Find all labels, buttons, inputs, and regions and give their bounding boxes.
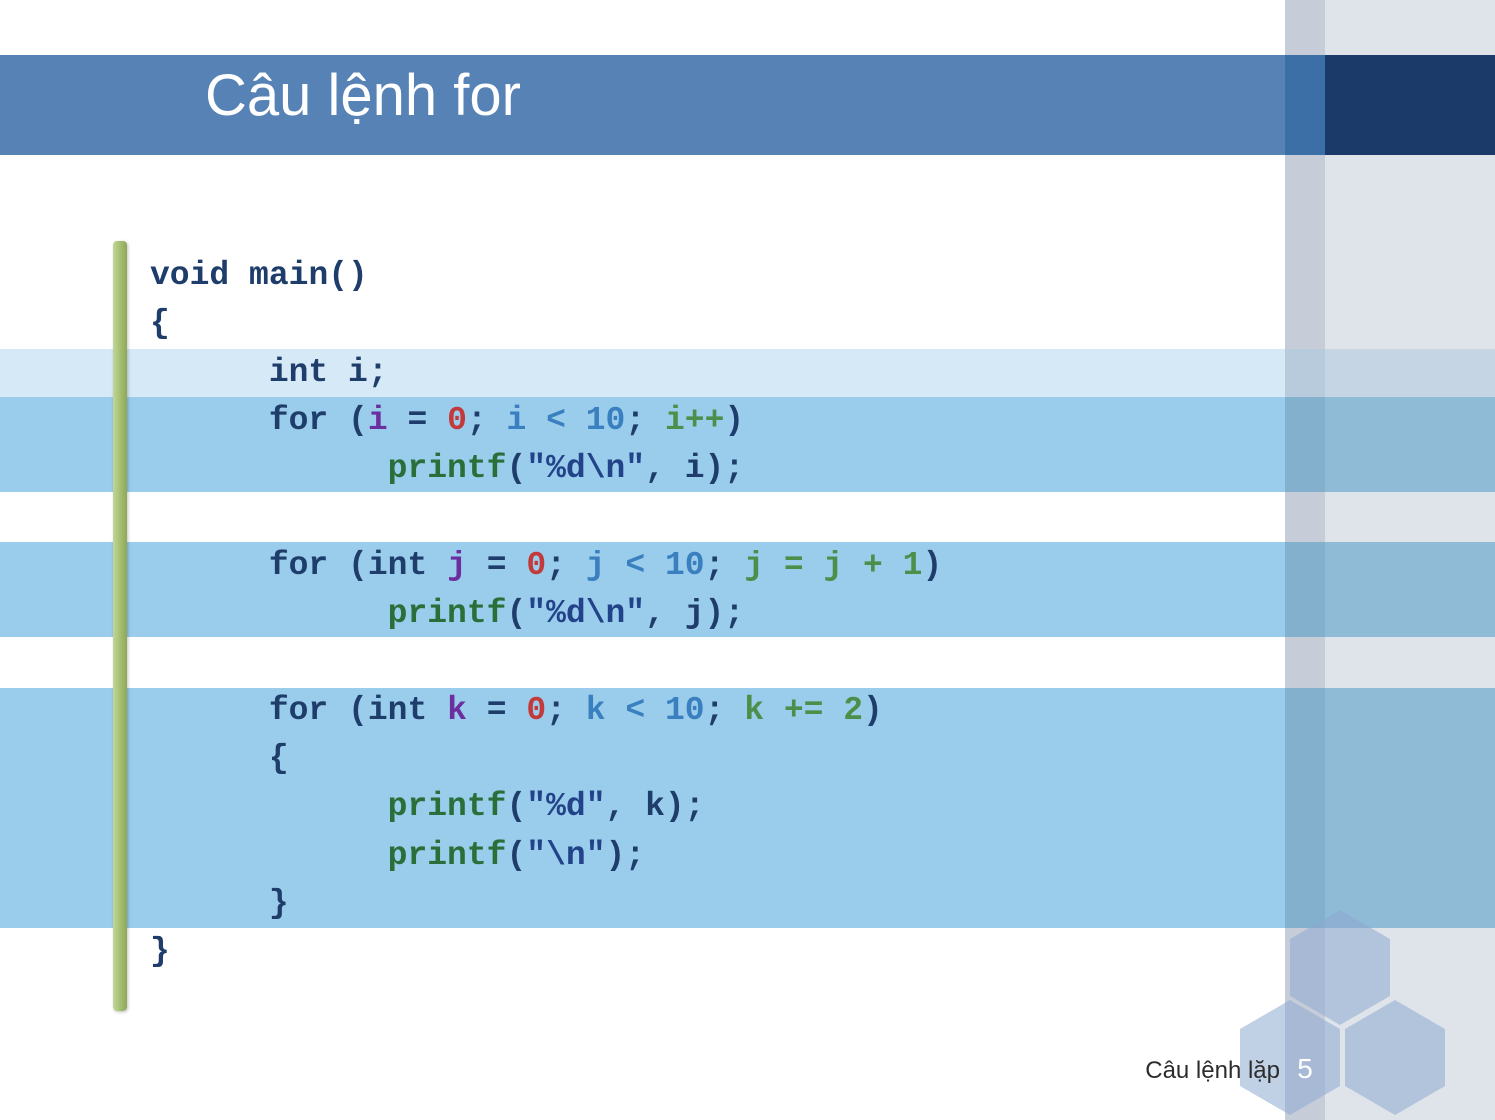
code-text: = [467,547,526,584]
code-keyword: int [269,354,328,391]
code-variable: j [447,547,467,584]
page-number: 5 [1285,1053,1325,1085]
code-indent [150,547,269,584]
code-function: printf [388,837,507,874]
code-keyword: int [368,692,427,729]
code-function: main [249,257,328,294]
code-keyword: for [269,402,328,439]
code-string: "%d" [526,788,605,825]
code-indent [150,788,388,825]
code-condition: i < 10 [507,402,626,439]
code-text [724,547,744,584]
code-brace: } [269,885,289,922]
code-text: , k); [606,788,705,825]
code-text: ); [606,837,646,874]
title-bar-right [1325,55,1495,155]
code-brace: { [150,305,170,342]
code-function: printf [388,595,507,632]
code-text: ( [328,402,368,439]
highlight-row-4-right [1325,688,1495,928]
code-number: 0 [447,402,467,439]
code-text: = [467,692,526,729]
code-text: , j); [645,595,744,632]
code-function: printf [388,788,507,825]
code-increment: k += 2 [744,692,863,729]
code-condition: k < 10 [586,692,705,729]
code-text [427,547,447,584]
code-text [724,692,744,729]
code-indent [150,450,388,487]
highlight-row-1-mid [1285,349,1325,397]
code-text [566,692,586,729]
code-variable: k [447,692,467,729]
slide-title: Câu lệnh for [205,62,521,129]
code-string: "\n" [526,837,605,874]
code-number: 0 [526,547,546,584]
code-increment: j = j + 1 [744,547,922,584]
code-text: ) [922,547,942,584]
highlight-row-2-mid [1285,397,1325,492]
hexagon-icon [1345,1000,1445,1115]
code-indent [150,595,388,632]
code-text: ( [506,788,526,825]
code-keyword: int [368,547,427,584]
code-text: = [388,402,447,439]
code-text: ; [705,547,725,584]
code-variable: i [368,402,388,439]
code-condition: j < 10 [586,547,705,584]
code-keyword: void [150,257,229,294]
code-text: ) [863,692,883,729]
code-string: "%d\n" [526,595,645,632]
code-indent [150,354,269,391]
code-text: ( [506,837,526,874]
code-text: ; [705,692,725,729]
code-number: 0 [526,692,546,729]
code-text: ; [467,402,487,439]
code-text [566,547,586,584]
footer-label: Câu lệnh lặp [1145,1057,1280,1085]
code-text: i; [328,354,387,391]
code-indent [150,402,269,439]
code-text: , i); [645,450,744,487]
code-text: () [328,257,368,294]
code-accent-bar [113,241,127,1011]
code-string: "%d\n" [526,450,645,487]
code-text [427,692,447,729]
highlight-row-2-right [1325,397,1495,492]
slide: Câu lệnh for void main() { int i; for (i… [0,0,1495,1120]
code-indent [150,837,388,874]
code-text: ( [506,595,526,632]
code-indent [150,740,269,777]
code-brace: } [150,933,170,970]
title-bar-mid [1285,55,1325,155]
code-text: ( [328,692,368,729]
code-text: ; [546,547,566,584]
code-keyword: for [269,692,328,729]
code-indent [150,885,269,922]
code-text: ) [724,402,744,439]
code-text [487,402,507,439]
highlight-row-3-right [1325,542,1495,637]
code-text [229,257,249,294]
code-keyword: for [269,547,328,584]
code-brace: { [269,740,289,777]
code-indent [150,692,269,729]
highlight-row-1-right [1325,349,1495,397]
code-text [645,402,665,439]
code-text: ; [546,692,566,729]
code-text: ; [625,402,645,439]
code-function: printf [388,450,507,487]
code-block: void main() { int i; for (i = 0; i < 10;… [150,252,942,976]
code-text: ( [328,547,368,584]
highlight-row-3-mid [1285,542,1325,637]
highlight-row-4-mid [1285,688,1325,928]
code-text: ( [506,450,526,487]
code-increment: i++ [665,402,724,439]
